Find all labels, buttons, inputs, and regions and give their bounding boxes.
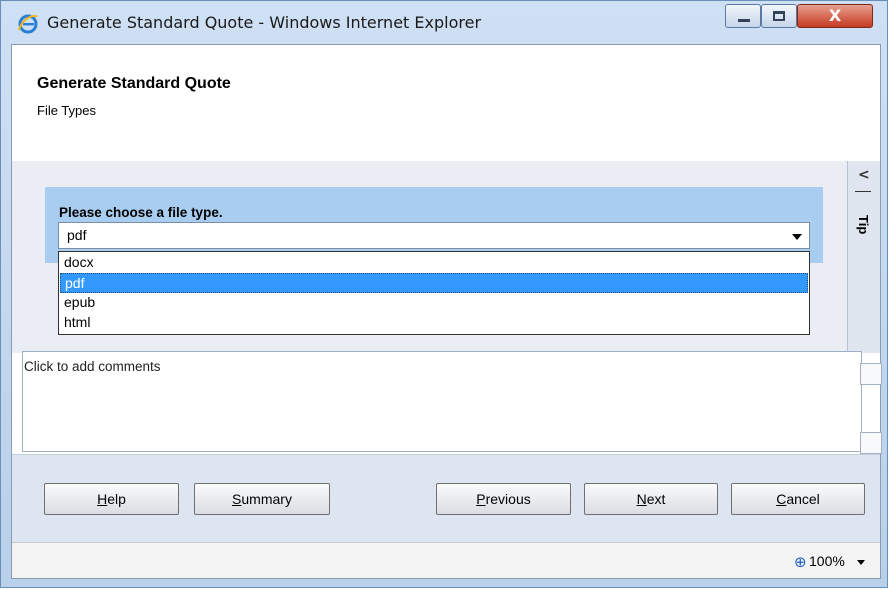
option-html[interactable]: html bbox=[60, 313, 808, 333]
comments-placeholder[interactable]: Click to add comments bbox=[24, 359, 161, 374]
file-type-dropdown-list: docx pdf epub html bbox=[58, 251, 810, 335]
title-bar: Generate Standard Quote - Windows Intern… bbox=[1, 1, 887, 43]
zoom-icon[interactable]: ⊕ bbox=[794, 553, 807, 571]
file-type-selected-value: pdf bbox=[67, 227, 87, 243]
option-pdf[interactable]: pdf bbox=[60, 273, 808, 293]
option-epub[interactable]: epub bbox=[60, 293, 808, 313]
file-type-select[interactable]: pdf bbox=[58, 222, 810, 249]
previous-label: revious bbox=[485, 491, 531, 507]
chevron-left-icon[interactable]: < bbox=[858, 167, 870, 183]
window-title: Generate Standard Quote - Windows Intern… bbox=[47, 13, 482, 32]
form-area: Please choose a file type. pdf docx pdf … bbox=[12, 161, 847, 353]
minimize-button[interactable] bbox=[725, 4, 761, 28]
dialog-header: Generate Standard Quote File Types bbox=[12, 45, 880, 162]
close-button[interactable]: X bbox=[797, 4, 873, 28]
cancel-label: ancel bbox=[786, 491, 820, 507]
help-mnemonic: H bbox=[97, 491, 108, 507]
previous-mnemonic: P bbox=[476, 491, 486, 507]
dialog-client-area: Generate Standard Quote File Types Pleas… bbox=[11, 44, 881, 579]
page-title: Generate Standard Quote bbox=[37, 75, 231, 92]
status-bar: ⊕ 100% bbox=[12, 542, 880, 578]
dropdown-arrow-icon[interactable] bbox=[792, 234, 802, 240]
summary-button[interactable]: Summary bbox=[194, 483, 330, 515]
close-icon: X bbox=[828, 6, 842, 25]
help-button[interactable]: Help bbox=[44, 483, 179, 515]
next-label: ext bbox=[646, 491, 666, 507]
minimize-icon bbox=[738, 19, 750, 22]
next-mnemonic: N bbox=[636, 491, 647, 507]
button-bar: Help Summary Previous Next Cancel bbox=[12, 454, 880, 542]
next-button[interactable]: Next bbox=[584, 483, 718, 515]
file-type-label: Please choose a file type. bbox=[59, 205, 223, 220]
tip-label[interactable]: Tip bbox=[856, 215, 871, 234]
zoom-dropdown-icon[interactable] bbox=[857, 560, 865, 565]
maximize-button[interactable] bbox=[761, 4, 797, 28]
cancel-mnemonic: C bbox=[776, 491, 787, 507]
cancel-button[interactable]: Cancel bbox=[731, 483, 865, 515]
comments-area[interactable]: Click to add comments bbox=[22, 351, 862, 452]
browser-window: Generate Standard Quote - Windows Intern… bbox=[0, 0, 888, 588]
previous-button[interactable]: Previous bbox=[436, 483, 571, 515]
tip-divider bbox=[855, 191, 871, 192]
internet-explorer-icon bbox=[17, 13, 39, 35]
help-label: elp bbox=[107, 491, 126, 507]
zoom-level[interactable]: 100% bbox=[809, 553, 845, 569]
tip-panel[interactable]: < Tip bbox=[847, 161, 880, 353]
maximize-icon bbox=[773, 11, 785, 21]
summary-label: ummary bbox=[241, 491, 292, 507]
page-subtitle: File Types bbox=[37, 103, 97, 118]
comments-scroll-down-button[interactable] bbox=[860, 432, 882, 454]
option-docx[interactable]: docx bbox=[60, 253, 808, 273]
summary-mnemonic: S bbox=[232, 491, 242, 507]
comments-scroll-up-button[interactable] bbox=[860, 363, 882, 385]
